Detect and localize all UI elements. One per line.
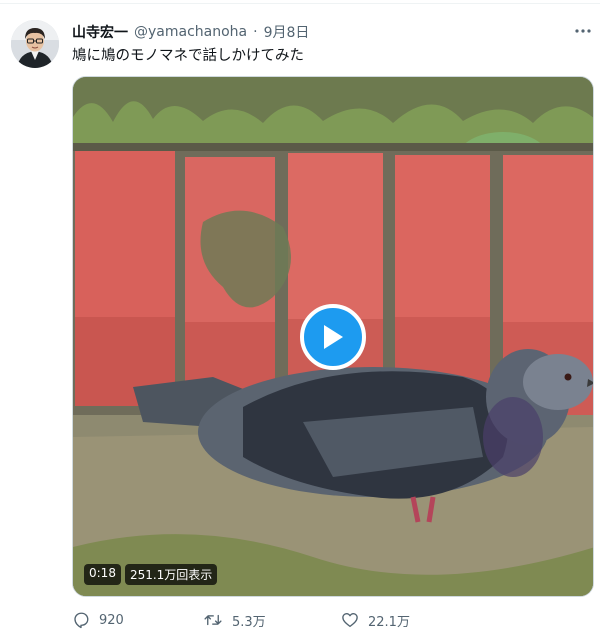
video-duration: 0:18 [84,564,121,585]
more-button[interactable] [572,22,594,40]
like-count: 22.1万 [368,614,410,630]
separator: · [253,24,258,40]
tweet-header: 山寺宏一 @yamachanoha · 9月8日 [72,22,309,42]
like-button[interactable]: 22.1万 [341,611,461,630]
author-name[interactable]: 山寺宏一 [72,22,128,42]
more-icon [575,29,591,33]
tweet-date[interactable]: 9月8日 [264,22,310,42]
reply-count: 920 [99,612,124,628]
divider [0,3,600,4]
play-icon [324,325,343,349]
video-views: 251.1万回表示 [124,564,218,585]
video-overlay: 0:18 251.1万回表示 [84,564,218,585]
avatar-image [11,20,59,68]
retweet-icon [204,614,222,626]
retweet-button[interactable]: 5.3万 [203,611,341,630]
tweet-card[interactable]: 山寺宏一 @yamachanoha · 9月8日 鳩に鳩のモノマネで話しかけてみ… [0,0,600,643]
retweet-count: 5.3万 [232,614,266,630]
reply-icon [74,612,89,629]
tweet-text: 鳩に鳩のモノマネで話しかけてみた [72,48,304,64]
reply-button[interactable]: 920 [72,611,203,629]
video-player[interactable]: 0:18 251.1万回表示 [72,76,594,597]
action-bar: 920 5.3万 22.1万 [72,609,461,631]
author-handle[interactable]: @yamachanoha [134,24,247,40]
like-icon [342,613,358,628]
avatar[interactable] [11,20,59,68]
play-button[interactable] [300,304,366,370]
